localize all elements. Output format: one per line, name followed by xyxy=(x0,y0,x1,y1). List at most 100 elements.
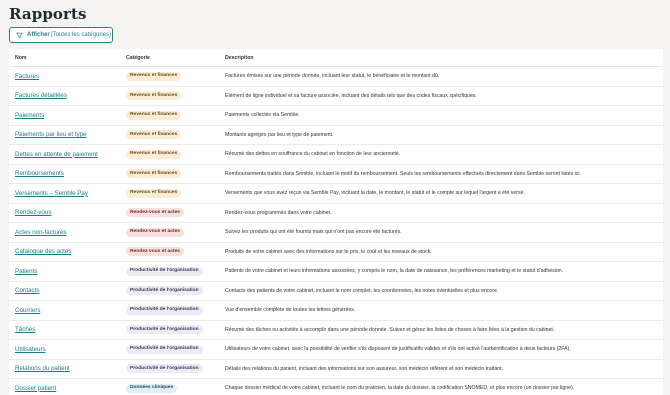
report-name-cell: Rendez-vous xyxy=(9,209,121,216)
description-cell: Résumé des dettes en souffrance du cabin… xyxy=(225,151,401,158)
description-cell: Patients de votre cabinet et leurs infor… xyxy=(225,268,564,275)
description-cell: Chaque dossier médical de votre cabinet,… xyxy=(225,385,575,392)
report-name-cell: Relations du patient xyxy=(9,365,121,372)
report-name-cell: Dettes en attente de paiement xyxy=(9,151,121,158)
report-link[interactable]: Relations du patient xyxy=(15,365,70,372)
category-cell: Données cliniques xyxy=(121,383,225,393)
category-cell: Revenus et finances xyxy=(121,91,225,101)
description-cell: Détails des relations du patient, inclua… xyxy=(225,365,503,372)
report-name-cell: Factures xyxy=(9,73,121,80)
description-cell: Produits de votre cabinet avec des infor… xyxy=(225,248,432,255)
report-name-cell: Paiements par lieu et type xyxy=(9,131,121,138)
table-row: Factures Revenus et finances Factures émis… xyxy=(9,67,663,87)
filter-label-strong: Afficher xyxy=(27,32,50,38)
table-row: Catalogue des actes Rendez-vous et actes P… xyxy=(9,243,663,262)
filter-button[interactable]: Afficher (Toutes les catégories) xyxy=(9,27,113,43)
category-badge: Revenus et finances xyxy=(126,169,182,179)
category-badge: Productivité de l'organisation xyxy=(126,325,203,335)
report-name-cell: Actes non-facturés xyxy=(9,229,121,236)
report-link[interactable]: Patients xyxy=(15,268,37,275)
category-badge: Revenus et finances xyxy=(126,110,182,120)
report-link[interactable]: Versements – Semble Pay xyxy=(15,190,88,197)
table-row: Relations du patient Productivité de l'or… xyxy=(9,360,663,379)
category-badge: Productivité de l'organisation xyxy=(126,266,203,276)
category-badge: Revenus et finances xyxy=(126,71,182,81)
table-body: Factures Revenus et finances Factures émis… xyxy=(9,67,663,395)
description-cell: Utilisateurs de votre cabinet, avec la p… xyxy=(225,346,571,353)
category-cell: Productivité de l'organisation xyxy=(121,305,225,315)
category-badge: Revenus et finances xyxy=(126,130,182,140)
table-row: Dettes en attente de paiement Revenus et … xyxy=(9,145,663,165)
table-row: Rendez-vous Rendez-vous et actes Rendez-vo… xyxy=(9,204,663,223)
category-cell: Revenus et finances xyxy=(121,169,225,179)
category-cell: Rendez-vous et actes xyxy=(121,208,225,218)
table-header: Nom Catégorie Description xyxy=(9,49,663,67)
description-cell: Vue d'ensemble complète de toutes les le… xyxy=(225,307,356,314)
category-cell: Productivité de l'organisation xyxy=(121,364,225,374)
table-row: Patients Productivité de l'organisation Pa… xyxy=(9,262,663,282)
category-cell: Productivité de l'organisation xyxy=(121,266,225,276)
category-cell: Revenus et finances xyxy=(121,130,225,140)
report-name-cell: Patients xyxy=(9,268,121,275)
category-badge: Rendez-vous et actes xyxy=(126,208,185,218)
category-badge: Revenus et finances xyxy=(126,91,182,101)
report-link[interactable]: Contacts xyxy=(15,287,39,294)
description-cell: Montants agrégés par lieu et type de pai… xyxy=(225,131,334,138)
report-link[interactable]: Catalogue des actes xyxy=(15,248,71,255)
category-badge: Productivité de l'organisation xyxy=(126,305,203,315)
filter-label-rest: (Toutes les catégories) xyxy=(50,32,112,38)
category-badge: Rendez-vous et actes xyxy=(126,227,185,237)
table-row: Paiements Revenus et finances Paiements co… xyxy=(9,106,663,126)
category-badge: Productivité de l'organisation xyxy=(126,364,203,374)
report-name-cell: Catalogue des actes xyxy=(9,248,121,255)
category-badge: Rendez-vous et actes xyxy=(126,247,185,257)
report-link[interactable]: Factures détaillées xyxy=(15,92,67,99)
report-name-cell: Factures détaillées xyxy=(9,92,121,99)
report-link[interactable]: Factures xyxy=(15,73,39,80)
report-name-cell: Courriers xyxy=(9,307,121,314)
report-link[interactable]: Utilisateurs xyxy=(15,346,46,353)
report-link[interactable]: Courriers xyxy=(15,307,40,314)
report-link[interactable]: Dettes en attente de paiement xyxy=(15,151,98,158)
report-link[interactable]: Paiements xyxy=(15,112,44,119)
category-cell: Revenus et finances xyxy=(121,149,225,159)
category-cell: Productivité de l'organisation xyxy=(121,344,225,354)
report-name-cell: Utilisateurs xyxy=(9,346,121,353)
report-link[interactable]: Tâches xyxy=(15,326,35,333)
table-row: Actes non-facturés Rendez-vous et actes Su… xyxy=(9,223,663,243)
category-cell: Revenus et finances xyxy=(121,71,225,81)
category-cell: Revenus et finances xyxy=(121,188,225,198)
report-name-cell: Paiements xyxy=(9,112,121,119)
category-cell: Rendez-vous et actes xyxy=(121,247,225,257)
report-link[interactable]: Actes non-facturés xyxy=(15,229,67,236)
category-badge: Productivité de l'organisation xyxy=(126,286,203,296)
filter-icon xyxy=(16,32,23,39)
table-row: Paiements par lieu et type Revenus et fin… xyxy=(9,126,663,145)
report-link[interactable]: Remboursements xyxy=(15,170,64,177)
reports-table: Nom Catégorie Description Factures Revenu… xyxy=(9,49,663,395)
description-cell: Élément de ligne individuel et sa factur… xyxy=(225,92,477,99)
table-row: Factures détaillées Revenus et finances Él… xyxy=(9,87,663,106)
category-badge: Données cliniques xyxy=(126,383,178,393)
page-title: Rapports xyxy=(9,5,87,23)
report-link[interactable]: Rendez-vous xyxy=(15,209,51,216)
report-link[interactable]: Paiements par lieu et type xyxy=(15,131,87,138)
column-header-categorie: Catégorie xyxy=(126,54,150,61)
description-cell: Factures émises sur une période donnée, … xyxy=(225,73,440,80)
category-cell: Productivité de l'organisation xyxy=(121,325,225,335)
report-name-cell: Tâches xyxy=(9,326,121,333)
table-row: Versements – Semble Pay Revenus et financ… xyxy=(9,184,663,204)
table-row: Dossier patient Données cliniques Chaque d… xyxy=(9,379,663,395)
category-cell: Productivité de l'organisation xyxy=(121,286,225,296)
description-cell: Suivez les produits qui ont été fournis … xyxy=(225,229,402,236)
description-cell: Contacts des patients de votre cabinet, … xyxy=(225,287,499,294)
report-name-cell: Remboursements xyxy=(9,170,121,177)
report-link[interactable]: Dossier patient xyxy=(15,385,56,392)
report-name-cell: Contacts xyxy=(9,287,121,294)
category-badge: Revenus et finances xyxy=(126,188,182,198)
category-cell: Rendez-vous et actes xyxy=(121,227,225,237)
category-badge: Productivité de l'organisation xyxy=(126,344,203,354)
table-row: Remboursements Revenus et finances Rembour… xyxy=(9,165,663,184)
table-row: Courriers Productivité de l'organisation V… xyxy=(9,301,663,321)
column-header-description: Description xyxy=(225,54,254,61)
